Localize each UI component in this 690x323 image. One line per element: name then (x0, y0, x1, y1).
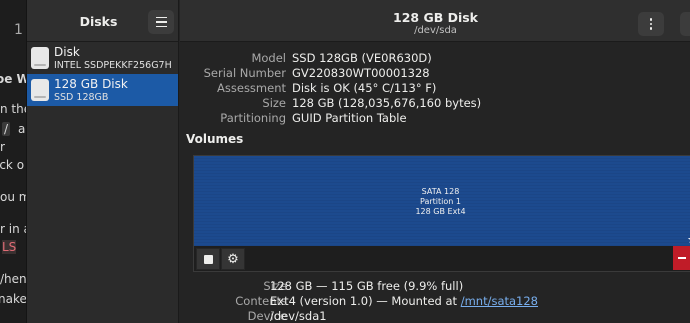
background-line: / (2, 122, 11, 136)
disk-details-panel: 128 GB Disk /dev/sda Model SSD 128GB (VE… (180, 0, 690, 323)
partition-description: 128 GB Ext4 (415, 207, 466, 216)
model-label: Model (251, 51, 286, 65)
background-line: ick o (0, 158, 25, 172)
background-line: r in a (0, 222, 28, 236)
background-line: nake (0, 292, 27, 306)
hamburger-icon-line (155, 25, 167, 28)
assessment-label: Assessment (217, 81, 286, 95)
background-line: a (18, 122, 26, 136)
sidebar-header: Disks (27, 0, 178, 42)
header-bar: 128 GB Disk /dev/sda (180, 0, 690, 42)
sidebar: Disks Disk INTEL SSDPEKKF256G7H 128 GB D… (27, 0, 179, 323)
gear-icon: ⚙ (227, 251, 239, 267)
partition-label: SATA 128 (421, 187, 460, 196)
app-title: Disks (79, 14, 118, 29)
volumes-heading: Volumes (186, 132, 244, 146)
volume-size-row: Size 128 GB — 115 GB free (9.9% full) (180, 279, 690, 294)
model-value: SSD 128GB (VE0R630D) (292, 51, 432, 65)
background-line: /hen (0, 272, 27, 286)
disk-device-path: /dev/sda (414, 25, 457, 36)
volume-properties: Size 128 GB — 115 GB free (9.9% full) Co… (180, 279, 690, 323)
disk-item-subtitle: INTEL SSDPEKKF256G7H (54, 60, 172, 71)
drive-icon (31, 79, 49, 101)
partition-settings-button[interactable]: ⚙ (221, 248, 245, 270)
minus-icon (678, 257, 686, 259)
background-page: 1 oe W n the / a r ick o ou m r in a LS … (0, 0, 28, 323)
vertical-dots-icon-dot (649, 27, 653, 30)
background-nav: 1 (14, 22, 23, 38)
disk-list: Disk INTEL SSDPEKKF256G7H 128 GB Disk SS… (27, 42, 178, 106)
size-label: Size (262, 96, 286, 110)
disk-item-intel[interactable]: Disk INTEL SSDPEKKF256G7H (27, 42, 178, 74)
drive-icon (31, 47, 49, 69)
vertical-dots-icon (649, 18, 653, 21)
serial-value: GV220830WT00001328 (292, 66, 430, 80)
size-row: Size 128 GB (128,035,676,160 bytes) (180, 96, 690, 111)
volume-map: SATA 128 Partition 1 128 GB Ext4 ★ ⚙ (193, 155, 690, 272)
disks-window: Disks Disk INTEL SSDPEKKF256G7H 128 GB D… (26, 0, 690, 323)
partitioning-label: Partitioning (220, 111, 286, 125)
volume-device-row: Device /dev/sda1 (180, 309, 690, 323)
drive-options-button[interactable] (638, 12, 664, 36)
partition-block[interactable]: SATA 128 Partition 1 128 GB Ext4 (194, 156, 690, 246)
serial-label: Serial Number (203, 66, 286, 80)
delete-partition-button[interactable] (673, 246, 690, 270)
assessment-value: Disk is OK (45° C/113° F) (292, 81, 437, 95)
hamburger-icon-line (155, 21, 167, 23)
serial-row: Serial Number GV220830WT00001328 (180, 66, 690, 81)
disk-item-subtitle: SSD 128GB (54, 92, 109, 103)
disk-item-128gb[interactable]: 128 GB Disk SSD 128GB (27, 74, 178, 106)
volume-contents-row: Contents Ext4 (version 1.0) — Mounted at… (180, 294, 690, 309)
volume-device-value: /dev/sda1 (270, 309, 327, 323)
partition-number: Partition 1 (420, 197, 461, 206)
hamburger-icon (155, 16, 167, 19)
partitioning-value: GUID Partition Table (292, 111, 407, 125)
vertical-dots-icon-dot (649, 22, 653, 26)
mount-point-link[interactable]: /mnt/sata128 (461, 294, 538, 308)
model-row: Model SSD 128GB (VE0R630D) (180, 51, 690, 66)
stop-icon (203, 254, 213, 264)
volume-contents-value: Ext4 (version 1.0) — Mounted at /mnt/sat… (270, 294, 538, 308)
background-line: r (0, 140, 5, 154)
background-line: n the (0, 102, 28, 116)
disk-item-name: 128 GB Disk (54, 77, 128, 91)
volume-size-value: 128 GB — 115 GB free (9.9% full) (270, 279, 464, 293)
unmount-button[interactable] (196, 248, 220, 270)
background-line: ou m (0, 190, 28, 204)
background-line: oe W (0, 72, 28, 86)
partitioning-row: Partitioning GUID Partition Table (180, 111, 690, 126)
window-control-button[interactable] (680, 12, 690, 36)
assessment-row: Assessment Disk is OK (45° C/113° F) (180, 81, 690, 96)
size-value: 128 GB (128,035,676,160 bytes) (292, 96, 482, 110)
contents-text: Ext4 (version 1.0) — Mounted at (270, 294, 461, 308)
main-menu-button[interactable] (148, 10, 174, 34)
drive-properties: Model SSD 128GB (VE0R630D) Serial Number… (180, 51, 690, 126)
disk-item-name: Disk (54, 45, 80, 59)
disk-title: 128 GB Disk (393, 10, 478, 25)
background-line: LS (2, 240, 17, 254)
volume-toolbar: ⚙ (194, 246, 690, 272)
